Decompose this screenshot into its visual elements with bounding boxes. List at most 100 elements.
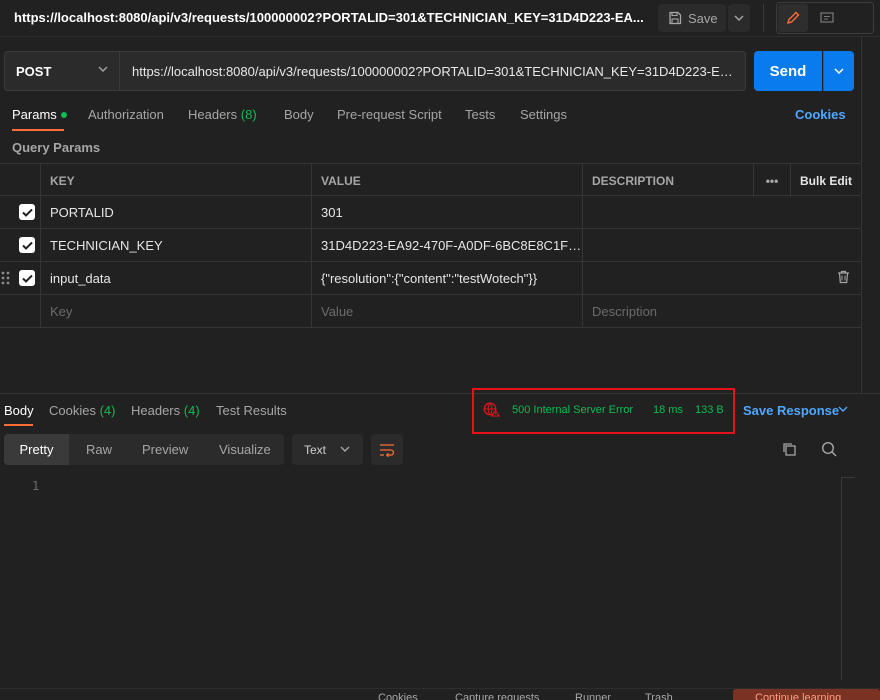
column-header-description: DESCRIPTION: [582, 164, 754, 197]
chevron-down-icon: [734, 15, 744, 21]
cookies-link[interactable]: Cookies: [795, 107, 846, 122]
row-checkbox[interactable]: [19, 270, 35, 286]
new-key-input[interactable]: Key: [40, 295, 312, 328]
url-text: https://localhost:8080/api/v3/requests/1…: [132, 63, 733, 79]
wrap-lines-button[interactable]: [371, 434, 403, 465]
response-tab-body[interactable]: Body: [4, 403, 34, 418]
checkmark-icon: [21, 274, 33, 283]
format-tab-pretty[interactable]: Pretty: [4, 434, 69, 465]
drag-handle-icon[interactable]: [1, 270, 11, 286]
active-tab-indicator: [4, 424, 33, 426]
response-size[interactable]: 133 B: [695, 404, 724, 416]
checkmark-icon: [21, 208, 33, 217]
tab-tests[interactable]: Tests: [465, 107, 495, 122]
params-active-dot: [60, 111, 67, 118]
table-row: TECHNICIAN_KEY 31D4D223-EA92-470F-A0DF-6…: [0, 229, 861, 262]
chevron-down-icon[interactable]: [838, 406, 848, 412]
tab-settings[interactable]: Settings: [520, 107, 567, 122]
table-row-empty: Key Value Description: [0, 295, 861, 328]
param-value-text: {"resolution":{"content":"testWotech"}}: [321, 271, 538, 286]
comments-button[interactable]: [812, 4, 842, 32]
table-row: PORTALID 301: [0, 196, 861, 229]
format-tab-visualize[interactable]: Visualize: [219, 434, 271, 465]
headers-count: (8): [240, 107, 257, 122]
format-tab-preview[interactable]: Preview: [142, 434, 188, 465]
request-title[interactable]: https://localhost:8080/api/v3/requests/1…: [14, 10, 644, 25]
row-checkbox[interactable]: [19, 237, 35, 253]
param-key-cell[interactable]: PORTALID: [40, 196, 312, 229]
save-button[interactable]: Save: [658, 4, 726, 32]
tab-headers[interactable]: Headers (8): [188, 107, 257, 122]
column-header-key: KEY: [40, 164, 312, 197]
save-icon: [668, 11, 682, 25]
edit-mode-button[interactable]: [778, 4, 808, 32]
bulk-edit-button[interactable]: Bulk Edit: [790, 164, 861, 197]
comment-icon: [820, 11, 834, 25]
line-number: 1: [32, 479, 40, 493]
more-options-button[interactable]: •••: [753, 164, 790, 197]
cookies-count: (4): [99, 403, 116, 418]
param-value-cell[interactable]: {"resolution":{"content":"testWotech"}}: [311, 262, 583, 295]
continue-learning-button[interactable]: Continue learning: [733, 689, 880, 700]
tab-label: Cookies: [49, 403, 96, 418]
new-description-input[interactable]: Description: [582, 295, 754, 328]
table-row: input_data {"resolution":{"content":"tes…: [0, 262, 861, 295]
active-tab-indicator: [12, 129, 64, 131]
save-label: Save: [688, 10, 718, 26]
response-tab-cookies[interactable]: Cookies (4): [49, 403, 115, 418]
param-description-cell[interactable]: [582, 229, 754, 262]
pane-divider[interactable]: [0, 393, 880, 394]
param-key-cell[interactable]: TECHNICIAN_KEY: [40, 229, 312, 262]
new-value-input[interactable]: Value: [311, 295, 583, 328]
wrap-icon: [379, 443, 395, 457]
method-label: POST: [16, 63, 52, 79]
table-header-row: KEY VALUE DESCRIPTION ••• Bulk Edit: [0, 163, 861, 197]
response-tab-headers[interactable]: Headers (4): [131, 403, 200, 418]
query-params-label: Query Params: [12, 140, 101, 155]
param-value-cell[interactable]: 301: [311, 196, 583, 229]
chevron-down-icon: [834, 68, 844, 74]
send-label: Send: [769, 62, 807, 80]
format-tab-raw[interactable]: Raw: [86, 434, 112, 465]
save-response-button[interactable]: Save Response: [743, 403, 839, 418]
row-checkbox[interactable]: [19, 204, 35, 220]
tab-label: Headers: [131, 403, 181, 418]
trash-icon[interactable]: [837, 270, 850, 284]
statusbar-capture-requests[interactable]: Capture requests: [455, 692, 539, 700]
param-value-text: 301: [321, 205, 343, 220]
param-description-cell[interactable]: [582, 262, 754, 295]
copy-icon[interactable]: [781, 441, 797, 457]
tab-label: Headers: [188, 107, 238, 122]
url-input[interactable]: https://localhost:8080/api/v3/requests/1…: [119, 51, 746, 91]
send-dropdown-button[interactable]: [823, 51, 854, 91]
pencil-icon: [786, 11, 800, 25]
search-icon[interactable]: [821, 441, 837, 457]
checkmark-icon: [21, 241, 33, 250]
param-description-cell[interactable]: [582, 196, 754, 229]
divider: [763, 4, 764, 32]
statusbar-cookies[interactable]: Cookies: [378, 692, 418, 700]
response-tab-test-results[interactable]: Test Results: [216, 403, 287, 418]
chevron-down-icon: [340, 446, 350, 452]
statusbar-trash[interactable]: Trash: [645, 692, 673, 700]
response-time[interactable]: 18 ms: [653, 404, 683, 416]
response-status[interactable]: 500 Internal Server Error: [512, 404, 633, 416]
language-select[interactable]: Text: [292, 434, 363, 465]
tab-params[interactable]: Params: [12, 107, 67, 122]
param-value-text: 31D4D223-EA92-470F-A0DF-6BC8E8C1F0...: [321, 238, 583, 253]
language-label: Text: [304, 442, 327, 457]
statusbar-runner[interactable]: Runner: [575, 692, 611, 700]
response-scrollbar[interactable]: [841, 477, 855, 680]
tab-authorization[interactable]: Authorization: [88, 107, 164, 122]
headers-count: (4): [183, 403, 200, 418]
pane-border: [861, 37, 862, 393]
param-value-cell[interactable]: 31D4D223-EA92-470F-A0DF-6BC8E8C1F0...: [311, 229, 583, 262]
globe-error-icon[interactable]: [483, 402, 500, 417]
tab-label: Params: [12, 107, 57, 122]
tab-body[interactable]: Body: [284, 107, 314, 122]
save-dropdown-button[interactable]: [728, 4, 750, 32]
chevron-down-icon: [98, 66, 108, 72]
tab-prerequest-script[interactable]: Pre-request Script: [337, 107, 442, 122]
send-button[interactable]: Send: [754, 51, 822, 91]
param-key-cell[interactable]: input_data: [40, 262, 312, 295]
